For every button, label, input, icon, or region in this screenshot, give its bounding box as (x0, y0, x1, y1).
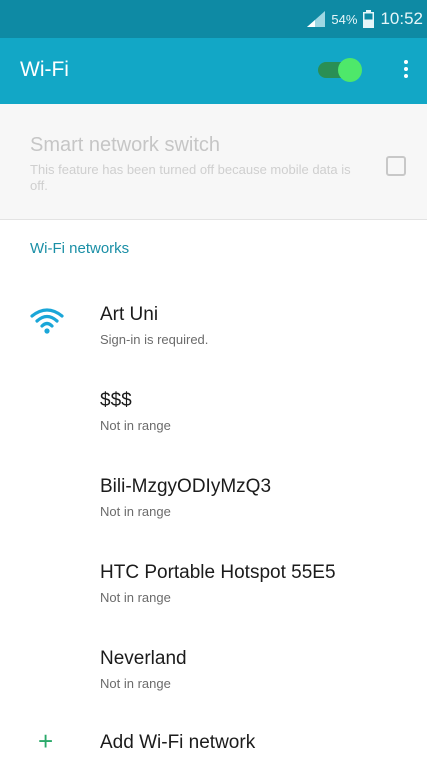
network-status: Not in range (100, 590, 171, 605)
network-name: $$$ (100, 390, 132, 411)
battery-percentage: 54% (331, 11, 358, 27)
network-item[interactable]: Neverland Not in range (0, 626, 427, 712)
add-network-label: Add Wi-Fi network (100, 732, 256, 753)
wifi-signal-icon (30, 308, 64, 334)
page-title: Wi-Fi (20, 58, 69, 81)
network-name: Bili-MzgyODIyMzQ3 (100, 476, 272, 497)
toggle-thumb (338, 58, 362, 82)
network-status: Not in range (100, 676, 171, 691)
network-item[interactable]: Art Uni Sign-in is required. (0, 282, 427, 368)
smart-switch-description: This feature has been turned off because… (30, 162, 351, 193)
network-status: Sign-in is required. (100, 332, 209, 347)
more-options-icon[interactable] (398, 60, 414, 84)
network-name: HTC Portable Hotspot 55E5 (100, 562, 336, 583)
cell-signal-icon (307, 11, 326, 27)
network-name: Neverland (100, 648, 187, 669)
smart-network-switch[interactable]: Smart network switch This feature has be… (0, 104, 427, 220)
battery-icon (363, 10, 375, 28)
network-item[interactable]: Bili-MzgyODIyMzQ3 Not in range (0, 454, 427, 540)
network-item[interactable]: $$$ Not in range (0, 368, 427, 454)
smart-switch-title: Smart network switch (30, 134, 221, 156)
network-status: Not in range (100, 504, 171, 519)
network-item[interactable]: HTC Portable Hotspot 55E5 Not in range (0, 540, 427, 626)
network-name: Art Uni (100, 304, 159, 325)
network-status: Not in range (100, 418, 171, 433)
clock: 10:52 (380, 9, 423, 28)
smart-switch-checkbox[interactable] (386, 156, 406, 176)
wifi-toggle[interactable] (318, 58, 366, 82)
add-wifi-network-button[interactable]: + Add Wi-Fi network (0, 726, 427, 770)
app-bar: Wi-Fi (0, 38, 427, 104)
status-bar: 54% 10:52 (0, 0, 427, 38)
plus-icon: + (38, 726, 54, 756)
wifi-networks-header: Wi-Fi networks (30, 240, 130, 257)
